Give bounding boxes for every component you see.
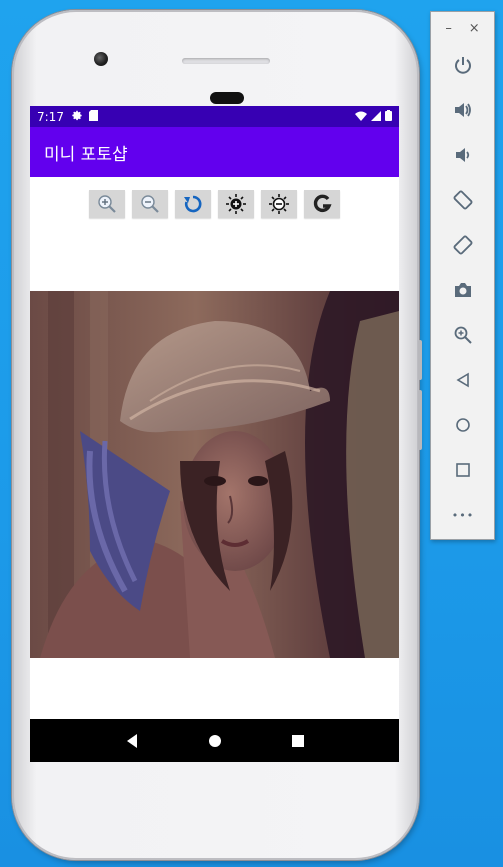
rotate-icon (184, 195, 202, 213)
back-button[interactable] (112, 726, 152, 756)
device-screen: 7:17 미니 포토샵 (30, 106, 399, 762)
emulator-home-button[interactable] (448, 410, 478, 440)
zoom-in-button[interactable] (89, 190, 125, 218)
wifi-icon (355, 110, 367, 124)
zoom-button[interactable] (448, 320, 478, 350)
rotate-button[interactable] (175, 190, 211, 218)
emulator-back-button[interactable] (448, 365, 478, 395)
recents-button[interactable] (278, 726, 318, 756)
rotate-right-icon (453, 235, 473, 255)
cell-signal-icon (371, 110, 381, 124)
rotate-left-button[interactable] (448, 185, 478, 215)
rotate-right-button[interactable] (448, 230, 478, 260)
phone-volume-button (418, 390, 422, 450)
sd-card-icon (88, 109, 98, 124)
app-bar: 미니 포토샵 (30, 127, 399, 177)
brightness-down-button[interactable] (261, 190, 297, 218)
zoom-icon (454, 326, 472, 344)
power-button[interactable] (448, 50, 478, 80)
brightness-up-button[interactable] (218, 190, 254, 218)
power-icon (455, 57, 471, 74)
battery-icon (385, 109, 392, 124)
zoom-in-icon (98, 195, 116, 213)
emulator-control-panel: – × ••• (430, 11, 495, 540)
phone-side-button (418, 340, 422, 380)
volume-up-button[interactable] (448, 95, 478, 125)
image-toolbar (89, 190, 340, 218)
recents-square-icon (291, 734, 304, 747)
earpiece (210, 92, 244, 104)
overview-icon (456, 463, 470, 477)
volume-up-icon (455, 103, 471, 117)
settings-gear-icon (72, 110, 83, 124)
home-circle-icon (208, 734, 221, 747)
front-camera (94, 52, 108, 66)
zoom-out-icon (141, 195, 159, 213)
rotate-left-icon (453, 190, 473, 210)
photo-image (30, 291, 399, 658)
brightness-down-icon (269, 194, 289, 214)
camera-icon (455, 283, 471, 297)
screenshot-button[interactable] (448, 275, 478, 305)
grayscale-button[interactable] (304, 190, 340, 218)
navigation-bar (30, 719, 399, 762)
brightness-up-icon (226, 194, 246, 214)
back-icon (456, 372, 469, 388)
back-triangle-icon (126, 733, 137, 748)
status-bar: 7:17 (30, 106, 399, 127)
home-button[interactable] (195, 726, 235, 756)
speaker-grill (182, 58, 270, 64)
app-title: 미니 포토샵 (44, 144, 128, 165)
emulator-overview-button[interactable] (448, 455, 478, 485)
more-button[interactable]: ••• (448, 500, 478, 530)
grayscale-g-icon (313, 194, 332, 213)
close-button[interactable]: × (469, 21, 480, 36)
home-icon (456, 418, 470, 432)
more-icon: ••• (451, 508, 475, 522)
zoom-out-button[interactable] (132, 190, 168, 218)
volume-down-icon (456, 148, 470, 162)
volume-down-button[interactable] (448, 140, 478, 170)
minimize-button[interactable]: – (445, 21, 452, 36)
status-time: 7:17 (37, 109, 64, 124)
